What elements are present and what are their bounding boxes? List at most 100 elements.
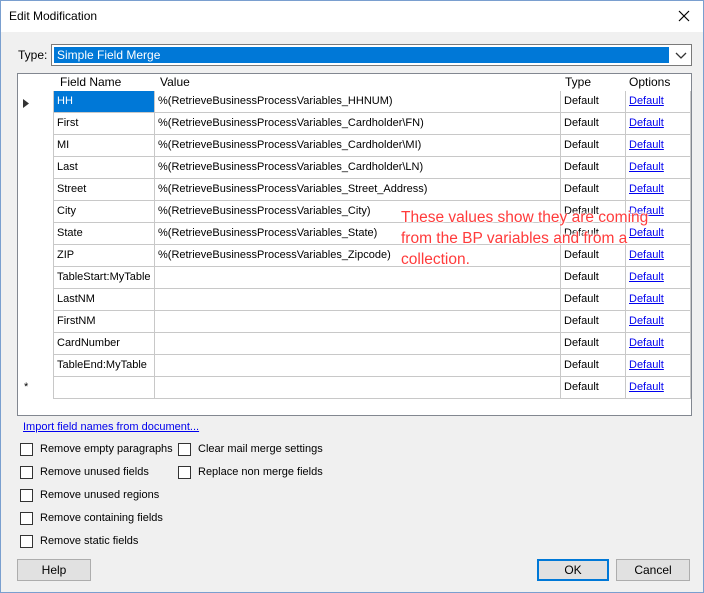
type-cell[interactable]: Default <box>561 135 626 157</box>
row-selector[interactable] <box>18 135 54 157</box>
field-name-cell[interactable]: CardNumber <box>54 333 155 355</box>
value-cell[interactable]: %(RetrieveBusinessProcessVariables_Cardh… <box>155 157 561 179</box>
type-cell[interactable]: Default <box>561 355 626 377</box>
checkbox-box[interactable] <box>178 466 191 479</box>
field-name-cell[interactable]: Street <box>54 179 155 201</box>
type-cell[interactable]: Default <box>561 333 626 355</box>
field-name-cell[interactable]: LastNM <box>54 289 155 311</box>
table-row[interactable]: TableEnd:MyTable>DefaultDefault <box>18 355 691 377</box>
field-name-cell[interactable]: MI <box>54 135 155 157</box>
table-row[interactable]: *>DefaultDefault <box>18 377 691 399</box>
value-cell[interactable]: %(RetrieveBusinessProcessVariables_Cardh… <box>155 135 561 157</box>
type-cell[interactable]: Default <box>561 311 626 333</box>
value-text: %(RetrieveBusinessProcessVariables_Cardh… <box>158 117 424 129</box>
cancel-button[interactable]: Cancel <box>616 559 690 581</box>
help-button[interactable]: Help <box>17 559 91 581</box>
type-cell[interactable]: Default <box>561 113 626 135</box>
value-cell[interactable]: %(RetrieveBusinessProcessVariables_Cardh… <box>155 113 561 135</box>
field-name-cell[interactable]: TableStart:MyTable <box>54 267 155 289</box>
row-selector[interactable] <box>18 223 54 245</box>
type-cell[interactable]: Default <box>561 91 626 113</box>
options-cell: Default <box>626 113 691 135</box>
field-name-cell[interactable]: Last <box>54 157 155 179</box>
options-cell: Default <box>626 267 691 289</box>
options-link[interactable]: Default <box>629 161 664 173</box>
row-selector[interactable] <box>18 179 54 201</box>
row-selector[interactable] <box>18 289 54 311</box>
value-cell[interactable]: > <box>155 377 561 399</box>
ok-button[interactable]: OK <box>537 559 609 581</box>
column-header-options[interactable]: Options <box>629 74 670 91</box>
checkbox-box[interactable] <box>20 466 33 479</box>
column-header-type[interactable]: Type <box>565 74 591 91</box>
options-cell: Default <box>626 157 691 179</box>
table-row[interactable]: Street %(RetrieveBusinessProcessVariables… <box>18 179 691 201</box>
field-name-cell[interactable]: ZIP <box>54 245 155 267</box>
column-header-field-name[interactable]: Field Name <box>60 74 121 91</box>
options-link[interactable]: Default <box>629 271 664 283</box>
field-name-cell[interactable]: First <box>54 113 155 135</box>
options-link[interactable]: Default <box>629 315 664 327</box>
options-link[interactable]: Default <box>629 359 664 371</box>
type-cell[interactable]: Default <box>561 179 626 201</box>
table-row[interactable]: Last %(RetrieveBusinessProcessVariables_C… <box>18 157 691 179</box>
options-link[interactable]: Default <box>629 139 664 151</box>
checkbox-box[interactable] <box>20 512 33 525</box>
value-cell[interactable]: > <box>155 267 561 289</box>
field-name-cell[interactable] <box>54 377 155 399</box>
value-cell[interactable]: %(RetrieveBusinessProcessVariables_HHNUM… <box>155 91 561 113</box>
options-link[interactable]: Default <box>629 183 664 195</box>
field-name-cell[interactable]: State <box>54 223 155 245</box>
column-header-value[interactable]: Value <box>160 74 190 91</box>
field-name-cell[interactable]: HH <box>54 91 155 113</box>
checkbox-box[interactable] <box>20 443 33 456</box>
table-row[interactable]: HH %(RetrieveBusinessProcessVariables_HHN… <box>18 91 691 113</box>
options-link[interactable]: Default <box>629 337 664 349</box>
row-selector[interactable] <box>18 267 54 289</box>
value-cell[interactable]: > <box>155 355 561 377</box>
row-selector[interactable] <box>18 355 54 377</box>
table-row[interactable]: First %(RetrieveBusinessProcessVariables_… <box>18 113 691 135</box>
table-row[interactable]: TableStart:MyTable>DefaultDefault <box>18 267 691 289</box>
table-row[interactable]: CardNumber>DefaultDefault <box>18 333 691 355</box>
checkbox-box[interactable] <box>178 443 191 456</box>
value-text: %(RetrieveBusinessProcessVariables_HHNUM… <box>158 95 393 107</box>
field-name-cell[interactable]: City <box>54 201 155 223</box>
value-cell[interactable]: > <box>155 333 561 355</box>
value-cell[interactable]: > <box>155 289 561 311</box>
type-dropdown[interactable]: Simple Field Merge <box>51 44 692 66</box>
row-selector[interactable] <box>18 333 54 355</box>
options-link[interactable]: Default <box>629 293 664 305</box>
type-cell[interactable]: Default <box>561 267 626 289</box>
checkbox-box[interactable] <box>20 489 33 502</box>
type-cell[interactable]: Default <box>561 289 626 311</box>
value-cell[interactable]: %(RetrieveBusinessProcessVariables_Stree… <box>155 179 561 201</box>
import-field-names-link[interactable]: Import field names from document... <box>23 421 199 433</box>
type-cell[interactable]: Default <box>561 157 626 179</box>
checkbox-label: Remove unused regions <box>40 489 160 501</box>
row-selector[interactable] <box>18 311 54 333</box>
row-selector[interactable] <box>18 157 54 179</box>
options-link[interactable]: Default <box>629 117 664 129</box>
options-link[interactable]: Default <box>629 95 664 107</box>
checkbox-box[interactable] <box>20 535 33 548</box>
options-link[interactable]: Default <box>629 381 664 393</box>
title-bar: Edit Modification <box>1 1 703 32</box>
row-selector[interactable] <box>18 113 54 135</box>
value-cell[interactable]: > <box>155 311 561 333</box>
options-cell: Default <box>626 311 691 333</box>
row-selector[interactable] <box>18 91 54 113</box>
field-name-cell[interactable]: TableEnd:MyTable <box>54 355 155 377</box>
row-selector[interactable] <box>18 245 54 267</box>
row-selector[interactable]: * <box>18 377 54 399</box>
table-row[interactable]: FirstNM>DefaultDefault <box>18 311 691 333</box>
new-row-marker: * <box>24 381 29 393</box>
checkbox-label: Remove static fields <box>40 535 139 547</box>
field-name-cell[interactable]: FirstNM <box>54 311 155 333</box>
table-row[interactable]: MI %(RetrieveBusinessProcessVariables_Car… <box>18 135 691 157</box>
type-cell[interactable]: Default <box>561 377 626 399</box>
table-row[interactable]: LastNM>DefaultDefault <box>18 289 691 311</box>
chevron-down-icon[interactable] <box>675 49 687 64</box>
close-icon[interactable] <box>673 5 695 27</box>
row-selector[interactable] <box>18 201 54 223</box>
